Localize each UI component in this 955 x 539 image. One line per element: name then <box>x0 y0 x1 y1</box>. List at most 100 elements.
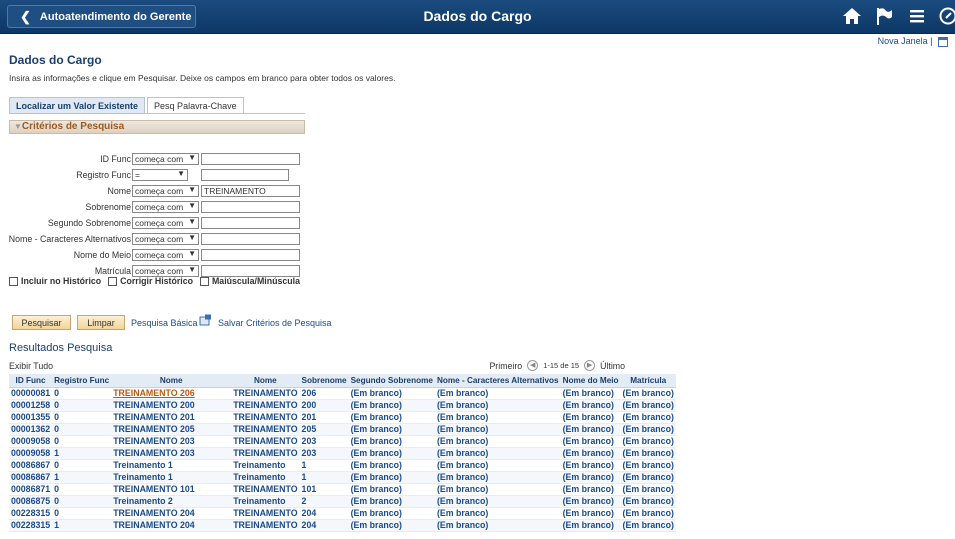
operator-select[interactable]: começa com ▼ <box>132 264 199 277</box>
tab-find-existing[interactable]: Localizar um Valor Existente <box>9 97 146 113</box>
cell-text[interactable]: (Em branco) <box>437 448 488 458</box>
cell-segundo-sobrenome[interactable]: (Em branco) <box>348 495 435 508</box>
cell-text[interactable]: (Em branco) <box>563 484 614 494</box>
cell-text[interactable]: (Em branco) <box>351 508 402 518</box>
cell-nome[interactable]: TREINAMENTO 201 <box>111 411 232 424</box>
cell-text[interactable]: (Em branco) <box>623 424 674 434</box>
cell-text[interactable]: Treinamento 1 <box>113 460 173 470</box>
cell-text[interactable]: 0 <box>54 496 59 506</box>
cell-text[interactable]: (Em branco) <box>563 508 614 518</box>
save-criteria-link[interactable]: Salvar Critérios de Pesquisa <box>218 318 332 328</box>
cell-text[interactable]: 00001362 <box>11 424 50 434</box>
cell-nome-meio[interactable]: (Em branco) <box>560 387 621 400</box>
cell-text[interactable]: (Em branco) <box>623 388 674 398</box>
cell-text[interactable]: TREINAMENTO 201 <box>113 412 194 422</box>
cell-matricula[interactable]: (Em branco) <box>620 507 676 520</box>
personalize-grid-icon[interactable] <box>938 36 948 47</box>
cell-text[interactable]: (Em branco) <box>437 508 488 518</box>
cell-text[interactable]: 00086867 <box>11 460 50 470</box>
cell-text[interactable]: (Em branco) <box>623 460 674 470</box>
cell-text[interactable]: TREINAMENTO 205 <box>113 424 194 434</box>
cell-alt-chars[interactable]: (Em branco) <box>434 519 561 532</box>
cell-text[interactable]: 1 <box>54 520 59 530</box>
cell-text[interactable]: TREINAMENTO <box>233 424 297 434</box>
cell-sobrenome[interactable]: 1 <box>299 459 349 472</box>
cell-text[interactable]: (Em branco) <box>351 388 402 398</box>
cell-alt-chars[interactable]: (Em branco) <box>434 471 561 484</box>
cell-nome-meio[interactable]: (Em branco) <box>560 495 621 508</box>
cell-nome[interactable]: TREINAMENTO 200 <box>111 399 232 412</box>
cell-nome[interactable]: Treinamento 1 <box>111 471 232 484</box>
cell-text[interactable]: (Em branco) <box>623 508 674 518</box>
cell-text[interactable]: (Em branco) <box>437 520 488 530</box>
cell-id-func[interactable]: 00001355 <box>9 411 53 424</box>
cell-text[interactable]: TREINAMENTO <box>233 436 297 446</box>
cell-text[interactable]: (Em branco) <box>351 484 402 494</box>
cell-text[interactable]: 101 <box>302 484 317 494</box>
cell-segundo-sobrenome[interactable]: (Em branco) <box>348 483 435 496</box>
cell-text[interactable]: (Em branco) <box>351 436 402 446</box>
operator-select[interactable]: começa com ▼ <box>132 248 199 261</box>
cell-text[interactable]: 200 <box>302 400 317 410</box>
cell-text[interactable]: 204 <box>302 508 317 518</box>
cell-matricula[interactable]: (Em branco) <box>620 459 676 472</box>
cell-nome-meio[interactable]: (Em branco) <box>560 507 621 520</box>
cell-nome[interactable]: TREINAMENTO 204 <box>111 507 232 520</box>
cell-text[interactable]: (Em branco) <box>351 460 402 470</box>
cell-segundo-sobrenome[interactable]: (Em branco) <box>348 447 435 460</box>
cell-sobrenome[interactable]: 203 <box>299 435 349 448</box>
cell-id-func[interactable]: 00086871 <box>9 483 53 496</box>
cell-sobrenome[interactable]: 203 <box>299 447 349 460</box>
cell-matricula[interactable]: (Em branco) <box>620 519 676 532</box>
table-row[interactable]: 00009058 0 TREINAMENTO 203 TREINAMENTO 203 (E… <box>9 435 676 448</box>
cell-text[interactable]: (Em branco) <box>623 472 674 482</box>
cell-registro-func[interactable]: 0 <box>52 399 112 412</box>
cell-id-func[interactable]: 00086875 <box>9 495 53 508</box>
include-history-checkbox[interactable]: Incluir no Histórico <box>9 276 101 286</box>
cell-nome-col[interactable]: TREINAMENTO <box>231 435 300 448</box>
nova-janela-link[interactable]: Nova Janela | <box>878 36 948 47</box>
cell-alt-chars[interactable]: (Em branco) <box>434 399 561 412</box>
cell-text[interactable]: 205 <box>302 424 317 434</box>
cell-segundo-sobrenome[interactable]: (Em branco) <box>348 423 435 436</box>
cell-text[interactable]: Treinamento 1 <box>113 472 173 482</box>
cell-text[interactable]: TREINAMENTO <box>233 508 297 518</box>
cell-id-func[interactable]: 00009058 <box>9 435 53 448</box>
cell-matricula[interactable]: (Em branco) <box>620 483 676 496</box>
cell-text[interactable]: 0 <box>54 436 59 446</box>
cell-text[interactable]: TREINAMENTO 204 <box>113 508 194 518</box>
cell-text[interactable]: 00000081 <box>11 388 50 398</box>
table-row[interactable]: 00000081 0 TREINAMENTO 206 TREINAMENTO 206 (E… <box>9 387 676 400</box>
cell-sobrenome[interactable]: 201 <box>299 411 349 424</box>
cell-segundo-sobrenome[interactable]: (Em branco) <box>348 459 435 472</box>
cell-alt-chars[interactable]: (Em branco) <box>434 483 561 496</box>
cell-sobrenome[interactable]: 204 <box>299 507 349 520</box>
cell-text[interactable]: TREINAMENTO 200 <box>113 400 194 410</box>
cell-alt-chars[interactable]: (Em branco) <box>434 423 561 436</box>
cell-text[interactable]: 0 <box>54 460 59 470</box>
cell-text[interactable]: 0 <box>54 508 59 518</box>
table-row[interactable]: 00086871 0 TREINAMENTO 101 TREINAMENTO 101 (E… <box>9 483 676 496</box>
cell-matricula[interactable]: (Em branco) <box>620 387 676 400</box>
cell-text[interactable]: (Em branco) <box>623 436 674 446</box>
basic-search-link[interactable]: Pesquisa Básica <box>131 318 198 328</box>
save-criteria-icon[interactable] <box>199 314 212 326</box>
cell-text[interactable]: 203 <box>302 448 317 458</box>
cell-text[interactable]: (Em branco) <box>623 412 674 422</box>
cell-text[interactable]: 203 <box>302 436 317 446</box>
col-header[interactable]: ID Func <box>9 374 53 388</box>
sobrenome-input[interactable] <box>201 200 300 213</box>
cell-text[interactable]: 0 <box>54 484 59 494</box>
cell-segundo-sobrenome[interactable]: (Em branco) <box>348 399 435 412</box>
cell-text[interactable]: (Em branco) <box>563 388 614 398</box>
cell-text[interactable]: TREINAMENTO <box>233 448 297 458</box>
cell-segundo-sobrenome[interactable]: (Em branco) <box>348 435 435 448</box>
cell-text[interactable]: 00086871 <box>11 484 50 494</box>
cell-text[interactable]: (Em branco) <box>351 520 402 530</box>
cell-sobrenome[interactable]: 200 <box>299 399 349 412</box>
cell-text[interactable]: (Em branco) <box>351 496 402 506</box>
cell-id-func[interactable]: 00228315 <box>9 507 53 520</box>
cell-text[interactable]: Treinamento <box>233 460 285 470</box>
cell-nome-meio[interactable]: (Em branco) <box>560 483 621 496</box>
matricula-input[interactable] <box>201 264 300 277</box>
